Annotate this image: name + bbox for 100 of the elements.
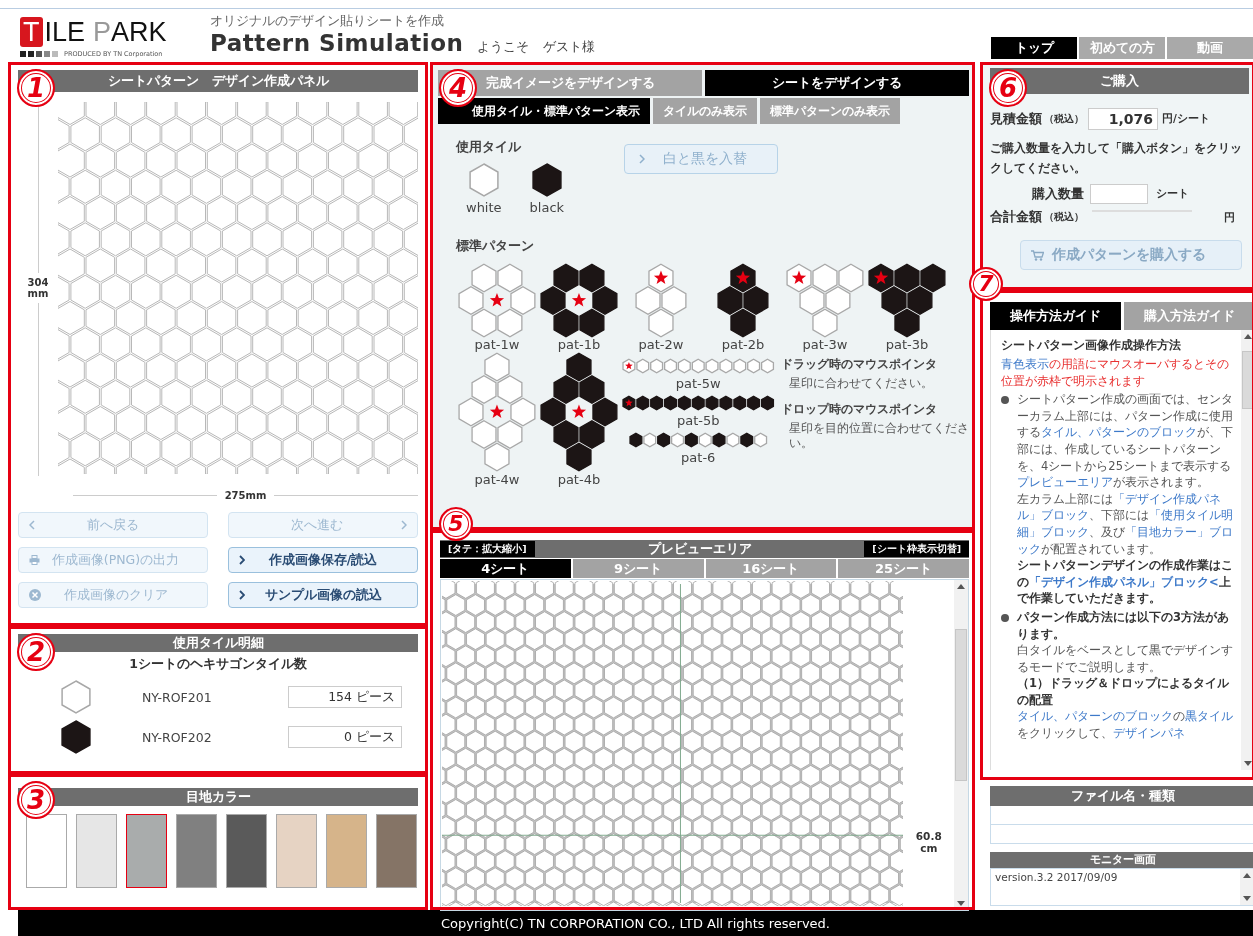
section-heading: 標準パターン [456,237,535,255]
cart-icon [1031,249,1044,261]
chevron-right-icon [239,590,245,600]
scrollbar[interactable] [1241,330,1253,770]
tile-code: NY-ROF201 [142,689,213,705]
panel-header: ファイル名・種類 [990,786,1253,806]
guide-paragraph: シートパターンデザインの作成作業はこの「デザイン作成パネル」ブロック<上で作業していただきます。 [1017,557,1233,607]
estimate-field: 1,076 [1088,108,1158,130]
tax-note: （税込） [1044,210,1084,224]
quantity-label: 購入数量 [1032,185,1084,203]
section-subtitle: 1シートのヘキサゴンタイル数 [128,656,308,673]
color-swatch[interactable] [226,814,267,888]
color-swatch[interactable] [76,814,117,888]
number-marker: 3 [17,781,55,819]
squares-icon [20,51,60,57]
tab[interactable]: 標準パターンのみ表示 [760,98,900,124]
number-marker: 6 [989,69,1027,107]
pattern-label: pat-3b [885,337,929,352]
color-swatch[interactable] [126,814,167,888]
tab[interactable]: タイルのみ表示 [653,98,757,124]
panel-header: モニター画面 [990,852,1253,868]
tab[interactable]: 16シート [705,559,837,578]
pattern-label: pat-5w [675,376,721,391]
size-label: 60.8 cm [914,830,943,854]
color-swatch[interactable] [26,814,67,888]
guide-paragraph: （1）ドラッグ＆ドロップによるタイルの配置 [1017,675,1230,709]
estimate-label: 見積金額 [990,110,1042,128]
scrollbar[interactable] [1240,869,1253,905]
nav-tab[interactable]: トップ [991,37,1077,59]
action-button[interactable]: サンプル画像の読込 [228,582,418,608]
panel-title: プレビューエリア [647,540,752,558]
tab[interactable]: 4シート [440,559,571,578]
chevron-left-icon [29,520,35,530]
tab[interactable]: 25シート [838,559,969,578]
hexagon-tile-icon[interactable] [530,162,563,198]
guide-paragraph: 青色表示の用語にマウスオーバするとその位置が赤枠で明示されます [1001,356,1230,390]
arrow-down-icon[interactable] [1243,896,1251,901]
pattern-label: pat-4b [557,472,601,487]
bullet-icon [1001,396,1009,405]
guide-heading: シートパターン画像作成操作方法 [1001,338,1182,353]
arrow-down-icon[interactable] [957,901,966,906]
hexagon-pattern-drawing[interactable] [626,430,770,450]
color-swatch[interactable] [276,814,317,888]
section-heading: 使用タイル [456,139,521,154]
tab[interactable]: シートをデザインする [705,70,969,96]
count-field: 0 ピース [288,726,402,748]
hexagon-grid-drawing[interactable] [442,581,904,906]
tab[interactable]: 操作方法ガイド [990,302,1121,330]
tab[interactable]: 購入方法ガイド [1124,302,1253,330]
guide-paragraph: タイル、パターンのブロックの黒タイル をクリックして、デザインパネ [1017,708,1233,742]
pattern-label: pat-1w [474,337,520,352]
guide-paragraph: 白タイルをベースとして黒でデザインするモードでご説明します。 [1017,642,1233,676]
number-marker: 5 [439,507,473,541]
welcome-text: ようこそ [477,38,530,56]
logo: T ILE PARK [20,16,169,48]
file-row[interactable] [990,806,1253,825]
tab[interactable]: 9シート [572,559,704,578]
unit-label: シート [1156,187,1189,201]
tile-label: black [529,200,565,215]
hexagon-pattern-drawing[interactable] [620,393,777,413]
tab[interactable]: 使用タイル・標準パターン表示 [438,98,650,124]
count-field: 154 ピース [288,686,402,708]
color-swatch[interactable] [326,814,367,888]
arrow-up-icon[interactable] [1244,334,1252,339]
pattern-label: pat-4w [474,472,520,487]
bullet-icon [1001,613,1009,622]
tile-label: white [466,200,502,215]
hexagon-pattern-drawing[interactable] [537,350,620,474]
nav-tab[interactable]: 動画 [1167,37,1253,59]
hint-text: 星印を目的位置に合わせてください。 [787,421,969,451]
hint-text: 星印に合わせてください。 [787,376,934,391]
action-button[interactable]: 作成画像保存/読込 [228,547,418,573]
pattern-label: pat-2b [721,337,765,352]
printer-icon [29,555,40,565]
scrollbar[interactable] [954,580,968,910]
total-label: 合計金額 [990,208,1042,226]
zoom-button[interactable]: [タテ：拡大縮小] [440,541,535,557]
nav-tab[interactable]: 初めての方 [1079,37,1165,59]
arrow-up-icon[interactable] [957,584,966,589]
scrollbar-thumb[interactable] [1242,351,1253,409]
file-row[interactable] [990,825,1253,844]
pattern-label: pat-2w [638,337,684,352]
subtitle: オリジナルのデザイン貼りシートを作成 [210,13,445,30]
chevron-right-icon [639,154,646,164]
color-swatch[interactable] [176,814,217,888]
close-circle-icon [29,589,41,601]
hint-title: ドラッグ時のマウスポインタ [780,356,938,373]
number-marker: 1 [17,69,55,107]
hexagon-tile-icon[interactable] [467,162,500,198]
arrow-up-icon[interactable] [1243,873,1251,878]
guide-paragraph: シートパターン作成の画面では、センターカラム上部には、パターン作成に使用するタイル、パターンのブロックが、下部には、作成しているシートパターンを、4シートから25シートまで表示する プレビューエリアが表示されます。 [1017,391,1233,491]
color-swatch[interactable] [376,814,417,888]
scrollbar-thumb[interactable] [955,629,968,781]
tax-note: （税込） [1044,112,1084,126]
page-title: Pattern Simulation [210,30,464,56]
arrow-down-icon[interactable] [1244,761,1252,766]
frame-toggle-button[interactable]: [シート枠表示切替] [864,541,969,557]
unit-label: 円/シート [1162,112,1210,126]
quantity-field[interactable] [1090,184,1148,204]
instruction-text: ご購入数量を入力して「購入ボタン」をクリックしてください。 [990,140,1243,177]
